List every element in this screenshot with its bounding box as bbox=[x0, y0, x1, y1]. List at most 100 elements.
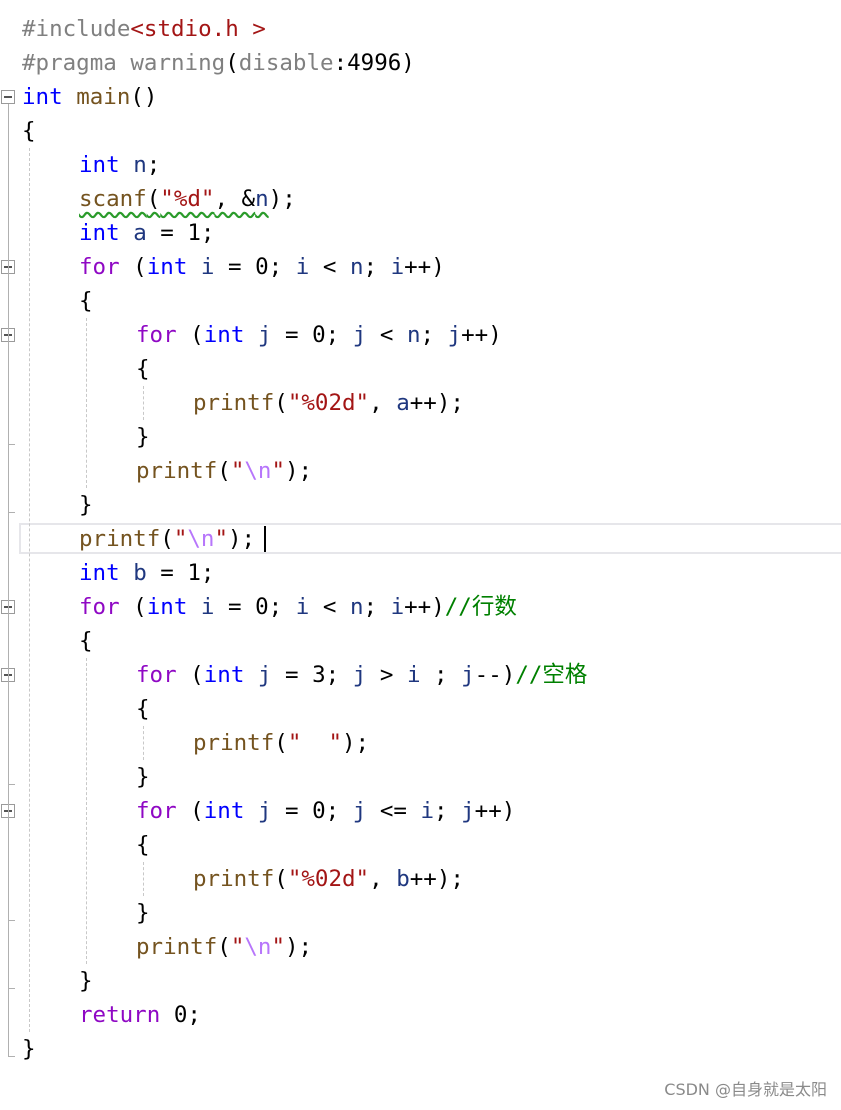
code-token: \n bbox=[244, 458, 272, 484]
code-token: //空格 bbox=[515, 662, 588, 688]
code-token: " bbox=[230, 934, 245, 960]
code-token: return bbox=[79, 1002, 161, 1028]
code-token: () bbox=[130, 84, 158, 110]
code-token: ; bbox=[420, 322, 448, 348]
code-token: < bbox=[309, 254, 350, 280]
code-token: { bbox=[22, 118, 36, 144]
code-line[interactable]: int a = 1; bbox=[22, 216, 214, 250]
code-token: int bbox=[203, 662, 245, 688]
code-line[interactable]: printf("%02d", b++); bbox=[22, 862, 464, 896]
code-line[interactable]: } bbox=[22, 488, 93, 522]
code-token: //行数 bbox=[444, 594, 517, 620]
code-token: \n bbox=[187, 526, 215, 552]
collapse-icon[interactable] bbox=[1, 90, 15, 104]
code-line[interactable]: for (int j = 0; j <= i; j++) bbox=[22, 794, 515, 828]
code-token: n bbox=[349, 254, 364, 280]
code-line[interactable]: { bbox=[22, 114, 36, 148]
code-line[interactable]: for (int i = 0; i < n; i++)//行数 bbox=[22, 590, 517, 624]
code-line[interactable]: { bbox=[22, 624, 93, 658]
outline-tick bbox=[8, 1056, 15, 1057]
code-token: <stdio.h > bbox=[130, 16, 266, 42]
code-line[interactable]: for (int j = 3; j > i ; j--)//空格 bbox=[22, 658, 587, 692]
code-token: i bbox=[200, 254, 215, 280]
code-token: --) bbox=[474, 662, 516, 688]
code-token: i bbox=[200, 594, 215, 620]
code-token: i bbox=[295, 594, 310, 620]
code-token: ( bbox=[217, 934, 231, 960]
code-line[interactable]: { bbox=[22, 284, 93, 318]
code-token: i bbox=[390, 254, 405, 280]
code-line[interactable]: } bbox=[22, 964, 93, 998]
watermark: CSDN @自身就是太阳 bbox=[664, 1080, 827, 1099]
code-token: { bbox=[79, 628, 93, 654]
code-token: j bbox=[352, 662, 367, 688]
code-token: j bbox=[461, 662, 475, 688]
code-token: for bbox=[136, 662, 177, 688]
indent-guide bbox=[29, 148, 30, 1032]
code-token: j bbox=[352, 322, 367, 348]
code-line[interactable]: printf(" "); bbox=[22, 726, 369, 760]
code-token: ++) bbox=[461, 322, 502, 348]
code-token: ++) bbox=[474, 798, 516, 824]
code-token: , bbox=[369, 866, 397, 892]
outline-tick bbox=[8, 512, 15, 513]
code-token: = 0; bbox=[214, 594, 296, 620]
code-token: { bbox=[136, 832, 150, 858]
code-token: ); bbox=[228, 526, 256, 552]
code-token: = 1; bbox=[146, 560, 215, 586]
code-line[interactable]: int b = 1; bbox=[22, 556, 214, 590]
code-token: ( bbox=[176, 662, 204, 688]
code-token: ++) bbox=[404, 594, 445, 620]
code-token: = 0; bbox=[214, 254, 296, 280]
code-line[interactable]: printf("\n"); bbox=[22, 930, 312, 964]
code-token: } bbox=[136, 764, 150, 790]
code-line[interactable]: int n; bbox=[22, 148, 160, 182]
outline-tick bbox=[8, 920, 15, 921]
code-token: main bbox=[76, 84, 131, 110]
code-token: a bbox=[133, 220, 147, 246]
code-token: = 0; bbox=[271, 322, 353, 348]
code-editor[interactable]: #include<stdio.h > #pragma warning(disabl… bbox=[0, 0, 841, 1110]
code-line[interactable]: int main() bbox=[22, 80, 157, 114]
code-line[interactable]: for (int j = 0; j < n; j++) bbox=[22, 318, 502, 352]
code-line[interactable]: for (int i = 0; i < n; i++) bbox=[22, 250, 445, 284]
code-token: "%02d" bbox=[287, 390, 370, 416]
code-line[interactable]: printf("\n"); bbox=[22, 454, 312, 488]
code-line[interactable]: printf("\n"); bbox=[22, 522, 255, 556]
code-token: int bbox=[203, 322, 245, 348]
code-token: int bbox=[79, 560, 120, 586]
code-token: b bbox=[133, 560, 147, 586]
code-token: = 3; bbox=[271, 662, 353, 688]
code-line[interactable]: #pragma warning(disable:4996) bbox=[22, 46, 415, 80]
indent-guide bbox=[143, 386, 144, 420]
code-token: { bbox=[136, 696, 150, 722]
outline-tick bbox=[8, 444, 15, 445]
code-line[interactable]: #include<stdio.h > bbox=[22, 12, 266, 46]
code-token: printf bbox=[193, 730, 275, 756]
code-token: ( bbox=[160, 526, 174, 552]
code-line[interactable]: scanf("%d", &n); bbox=[22, 182, 296, 216]
indent-guide bbox=[143, 726, 144, 760]
code-token: #pragma warning bbox=[22, 50, 226, 76]
code-line[interactable]: return 0; bbox=[22, 998, 201, 1032]
code-token: ( bbox=[119, 594, 147, 620]
code-token: i bbox=[390, 594, 405, 620]
code-token: < bbox=[309, 594, 350, 620]
outline-tick bbox=[8, 988, 15, 989]
code-token: i bbox=[295, 254, 310, 280]
code-token: j bbox=[257, 798, 272, 824]
code-token: printf bbox=[136, 934, 218, 960]
outline-line bbox=[8, 614, 9, 988]
code-token: > bbox=[366, 662, 407, 688]
code-token: , & bbox=[214, 186, 256, 212]
code-token: printf bbox=[193, 866, 275, 892]
code-line[interactable]: printf("%02d", a++); bbox=[22, 386, 464, 420]
code-token: ; bbox=[434, 798, 462, 824]
code-line[interactable]: } bbox=[22, 1032, 36, 1066]
code-token: n bbox=[349, 594, 364, 620]
outline-tick bbox=[8, 784, 15, 785]
